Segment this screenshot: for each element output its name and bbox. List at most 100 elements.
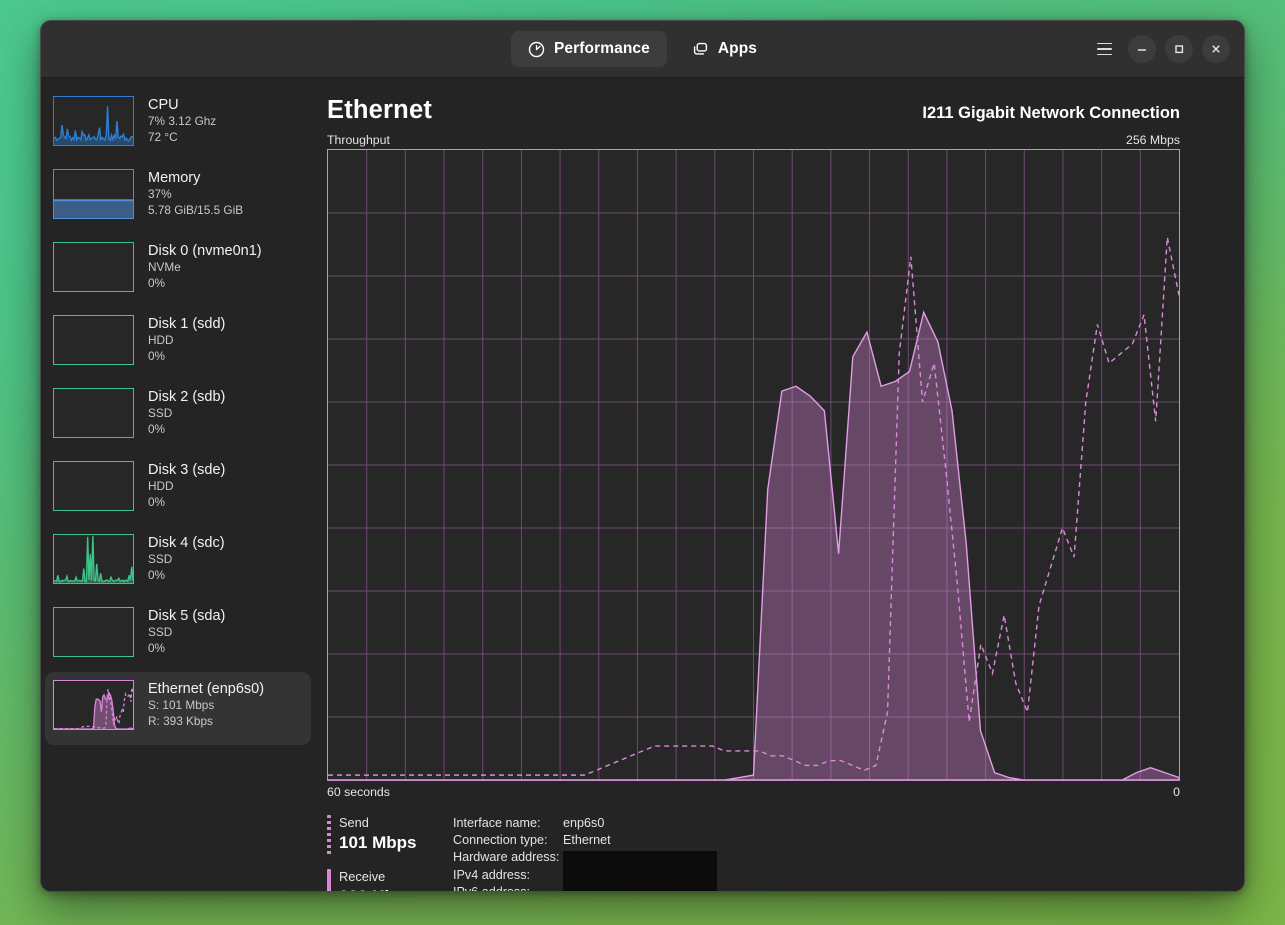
sidebar-item-text: Disk 5 (sda)SSD0% bbox=[148, 607, 225, 656]
sidebar-item-disk-1-sdd[interactable]: Disk 1 (sdd)HDD0% bbox=[45, 307, 311, 380]
graph-y-axis-max: 256 Mbps bbox=[1126, 133, 1180, 147]
sidebar-thumbnail-graph bbox=[53, 242, 134, 292]
sidebar-item-label: CPU bbox=[148, 97, 216, 114]
info-row: Connection type:Ethernet bbox=[453, 832, 611, 849]
performance-detail-pane: Ethernet I211 Gigabit Network Connection… bbox=[319, 78, 1244, 891]
device-name: I211 Gigabit Network Connection bbox=[922, 104, 1180, 123]
sidebar-item-detail-2: R: 393 Kbps bbox=[148, 714, 264, 730]
sidebar-thumbnail-graph bbox=[53, 607, 134, 657]
graph-y-axis-label: Throughput bbox=[327, 133, 390, 147]
graph-gridlines bbox=[328, 150, 1179, 780]
close-icon bbox=[1210, 43, 1222, 55]
graph-top-axis-labels: Throughput 256 Mbps bbox=[327, 133, 1180, 147]
graph-bottom-axis-labels: 60 seconds 0 bbox=[327, 785, 1180, 799]
sidebar-item-detail-1: SSD bbox=[148, 406, 225, 422]
detail-header: Ethernet I211 Gigabit Network Connection bbox=[327, 96, 1180, 125]
sidebar-item-detail-2: 0% bbox=[148, 641, 225, 657]
tab-performance[interactable]: Performance bbox=[511, 31, 667, 67]
throughput-graph bbox=[327, 149, 1180, 781]
sidebar-item-detail-1: 37% bbox=[148, 187, 243, 203]
throughput-graph-svg bbox=[328, 150, 1179, 780]
legend-send-marker-icon bbox=[327, 815, 331, 856]
sidebar-item-text: Disk 0 (nvme0n1)NVMe0% bbox=[148, 242, 262, 291]
close-button[interactable] bbox=[1202, 35, 1230, 63]
minimize-button[interactable] bbox=[1128, 35, 1156, 63]
window-controls bbox=[1089, 34, 1230, 64]
info-row: Interface name:enp6s0 bbox=[453, 815, 611, 832]
page-title: Ethernet bbox=[327, 96, 432, 125]
legend-send-value: 101 Mbps bbox=[339, 831, 416, 854]
info-value: Ethernet bbox=[563, 832, 611, 849]
tab-bar: Performance Apps bbox=[41, 31, 1244, 67]
sidebar-item-detail-1: NVMe bbox=[148, 260, 262, 276]
graph-x-axis-start: 60 seconds bbox=[327, 785, 390, 799]
sidebar-item-detail-2: 0% bbox=[148, 422, 225, 438]
sidebar-item-cpu[interactable]: CPU7% 3.12 Ghz72 °C bbox=[45, 88, 311, 161]
title-bar: Performance Apps bbox=[41, 21, 1244, 78]
legend-receive: Receive393 Kbps bbox=[327, 869, 453, 892]
sidebar-item-label: Ethernet (enp6s0) bbox=[148, 681, 264, 698]
sidebar-item-text: CPU7% 3.12 Ghz72 °C bbox=[148, 96, 216, 145]
sidebar-item-text: Disk 3 (sde)HDD0% bbox=[148, 461, 225, 510]
task-manager-window: Performance Apps bbox=[40, 20, 1245, 892]
sidebar-item-detail-1: S: 101 Mbps bbox=[148, 698, 264, 714]
sidebar-thumbnail-graph bbox=[53, 534, 134, 584]
graph-x-axis-end: 0 bbox=[1173, 785, 1180, 799]
maximize-button[interactable] bbox=[1165, 35, 1193, 63]
sidebar-item-label: Disk 1 (sdd) bbox=[148, 316, 225, 333]
sidebar-item-label: Disk 2 (sdb) bbox=[148, 389, 225, 406]
info-key: IPv6 address: bbox=[453, 884, 563, 892]
tab-apps[interactable]: Apps bbox=[675, 31, 774, 67]
sidebar-thumbnail-graph bbox=[53, 315, 134, 365]
sidebar-item-disk-3-sde[interactable]: Disk 3 (sde)HDD0% bbox=[45, 453, 311, 526]
sidebar-item-label: Disk 5 (sda) bbox=[148, 608, 225, 625]
legend-send: Send101 Mbps bbox=[327, 815, 453, 856]
legend-send-text: Send101 Mbps bbox=[339, 815, 416, 856]
sidebar-item-text: Memory37%5.78 GiB/15.5 GiB bbox=[148, 169, 243, 218]
sidebar-item-ethernet-enp6s0[interactable]: Ethernet (enp6s0)S: 101 MbpsR: 393 Kbps bbox=[45, 672, 311, 745]
info-key: Connection type: bbox=[453, 832, 563, 849]
windows-stack-icon bbox=[692, 41, 709, 58]
sidebar-item-detail-2: 5.78 GiB/15.5 GiB bbox=[148, 203, 243, 219]
sidebar-item-detail-1: SSD bbox=[148, 625, 225, 641]
info-value: enp6s0 bbox=[563, 815, 604, 832]
minimize-icon bbox=[1136, 43, 1148, 55]
redacted-address-block bbox=[563, 851, 717, 892]
sidebar-item-disk-0-nvme0n1[interactable]: Disk 0 (nvme0n1)NVMe0% bbox=[45, 234, 311, 307]
sidebar-item-detail-1: SSD bbox=[148, 552, 225, 568]
sidebar-item-label: Disk 0 (nvme0n1) bbox=[148, 243, 262, 260]
sidebar-thumbnail-graph bbox=[53, 461, 134, 511]
hamburger-menu-icon[interactable] bbox=[1089, 34, 1119, 64]
sidebar-thumbnail-graph bbox=[53, 169, 134, 219]
sidebar-item-detail-1: HDD bbox=[148, 333, 225, 349]
sidebar-item-detail-2: 0% bbox=[148, 276, 262, 292]
sidebar-item-detail-2: 0% bbox=[148, 568, 225, 584]
info-key: IPv4 address: bbox=[453, 867, 563, 884]
sidebar-item-detail-2: 72 °C bbox=[148, 130, 216, 146]
tab-apps-label: Apps bbox=[718, 40, 757, 58]
sidebar-item-detail-1: HDD bbox=[148, 479, 225, 495]
legend-receive-label: Receive bbox=[339, 869, 415, 885]
interface-info-table: Interface name:enp6s0Connection type:Eth… bbox=[453, 815, 611, 892]
sidebar-thumbnail-graph bbox=[53, 388, 134, 438]
sidebar-item-label: Disk 4 (sdc) bbox=[148, 535, 225, 552]
graph-legend: Send101 Mbps Receive393 Kbps bbox=[327, 815, 453, 892]
sidebar-thumbnail-graph bbox=[53, 96, 134, 146]
info-key: Hardware address: bbox=[453, 849, 563, 866]
resource-sidebar: CPU7% 3.12 Ghz72 °C Memory37%5.78 GiB/15.… bbox=[41, 78, 319, 891]
detail-footer: Send101 Mbps Receive393 Kbps Interface na… bbox=[327, 815, 1180, 892]
info-key: Interface name: bbox=[453, 815, 563, 832]
sidebar-item-disk-2-sdb[interactable]: Disk 2 (sdb)SSD0% bbox=[45, 380, 311, 453]
sidebar-item-detail-2: 0% bbox=[148, 349, 225, 365]
sidebar-item-disk-5-sda[interactable]: Disk 5 (sda)SSD0% bbox=[45, 599, 311, 672]
tab-performance-label: Performance bbox=[554, 40, 650, 58]
sidebar-item-detail-1: 7% 3.12 Ghz bbox=[148, 114, 216, 130]
sidebar-thumbnail-graph bbox=[53, 680, 134, 730]
sidebar-item-memory[interactable]: Memory37%5.78 GiB/15.5 GiB bbox=[45, 161, 311, 234]
sidebar-item-disk-4-sdc[interactable]: Disk 4 (sdc)SSD0% bbox=[45, 526, 311, 599]
sidebar-item-text: Ethernet (enp6s0)S: 101 MbpsR: 393 Kbps bbox=[148, 680, 264, 729]
legend-send-label: Send bbox=[339, 815, 416, 831]
sidebar-item-text: Disk 4 (sdc)SSD0% bbox=[148, 534, 225, 583]
sidebar-item-text: Disk 2 (sdb)SSD0% bbox=[148, 388, 225, 437]
window-body: CPU7% 3.12 Ghz72 °C Memory37%5.78 GiB/15.… bbox=[41, 78, 1244, 891]
